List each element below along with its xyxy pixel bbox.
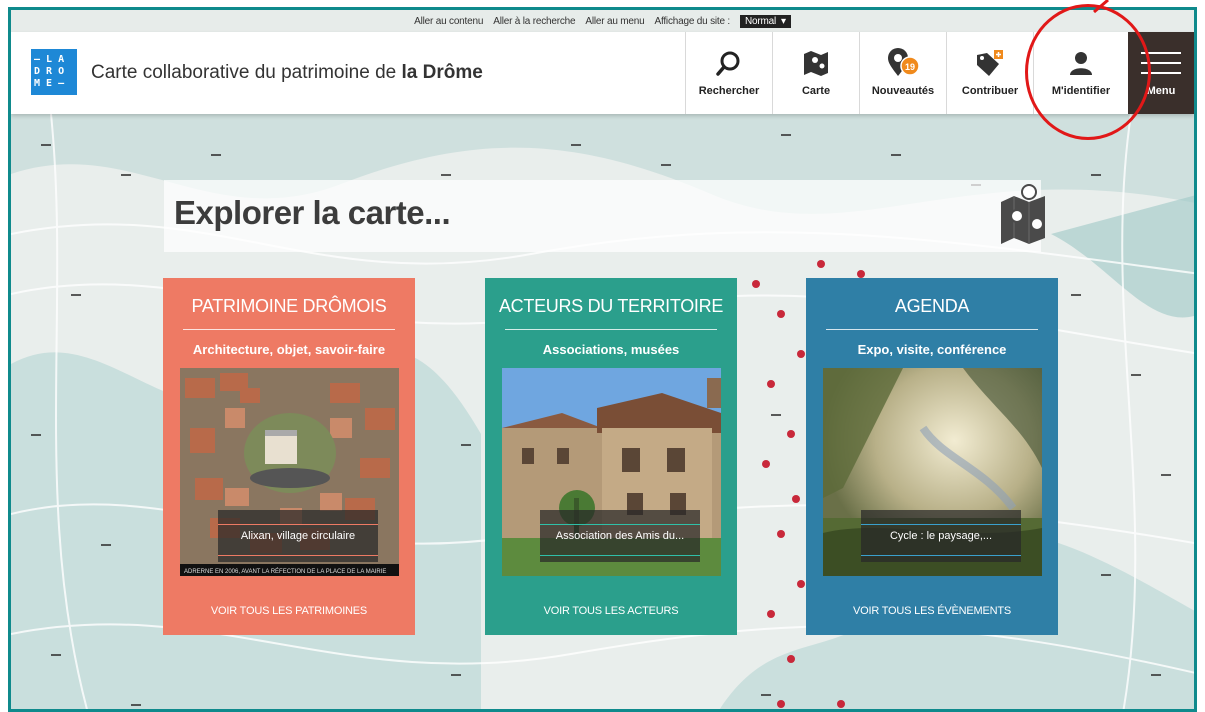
card-subtitle: Architecture, objet, savoir-faire (192, 342, 386, 357)
nav-login-label: M'identifier (1051, 85, 1111, 97)
hamburger-icon (1141, 49, 1181, 77)
chevron-down-icon: ▾ (781, 15, 786, 27)
chateau-photo[interactable]: Association des Amis du... (502, 368, 721, 576)
display-mode-select[interactable]: Normal ▾ (740, 14, 791, 28)
nav-map-label: Carte (801, 85, 831, 97)
card-title: PATRIMOINE DRÔMOIS (191, 296, 387, 316)
map-pin-icon: 19 (886, 48, 920, 77)
news-count-badge: 19 (904, 62, 915, 72)
nav-news-label: Nouveautés (871, 85, 935, 97)
caption-text: Alixan, village circulaire (240, 530, 356, 542)
logo-line-1: – L A (34, 54, 65, 65)
photo-caption: Alixan, village circulaire (218, 510, 378, 562)
skip-to-menu-link[interactable]: Aller au menu (585, 16, 644, 27)
card-title: AGENDA (894, 296, 970, 316)
annotation-stroke (1093, 0, 1109, 14)
see-all-patrimoines-link[interactable]: VOIR TOUS LES PATRIMOINES (163, 605, 415, 617)
site-title-prefix: Carte collaborative du patrimoine de (91, 62, 402, 83)
logo-line-3: M E – (34, 78, 65, 89)
nav-search-button[interactable]: Rechercher (685, 32, 772, 114)
nav-contribute-label: Contribuer (961, 85, 1019, 97)
photo-caption: Cycle : le paysage,... (861, 510, 1021, 562)
skip-to-search-link[interactable]: Aller à la recherche (493, 16, 575, 27)
browser-frame: Aller au contenu Aller à la recherche Al… (8, 7, 1197, 712)
nav-login-button[interactable]: M'identifier (1033, 32, 1128, 114)
logo-line-2: D R O (34, 66, 65, 77)
photo-caption: Association des Amis du... (540, 510, 700, 562)
map-pins-icon (999, 182, 1049, 253)
display-mode-value: Normal (745, 15, 777, 27)
caption-text: Cycle : le paysage,... (889, 530, 993, 542)
nav-news-button[interactable]: 19 Nouveautés (859, 32, 946, 114)
nav-search-label: Rechercher (698, 85, 760, 97)
explore-map-banner[interactable]: Explorer la carte... (164, 180, 1045, 252)
nav-menu-label: Menu (1146, 85, 1176, 97)
card-divider (183, 329, 395, 330)
landscape-painting[interactable]: Cycle : le paysage,... (823, 368, 1042, 576)
skip-links-bar: Aller au contenu Aller à la recherche Al… (11, 10, 1194, 32)
card-subtitle: Expo, visite, conférence (857, 342, 1007, 357)
card-title: ACTEURS DU TERRITOIRE (498, 296, 724, 316)
skip-to-content-link[interactable]: Aller au contenu (414, 16, 483, 27)
search-icon (716, 49, 742, 77)
village-aerial-photo[interactable]: ADRERNE EN 2006, AVANT LA RÉFECTION DE L… (180, 368, 399, 576)
site-header: – L A D R O M E – Carte collaborative du… (11, 32, 1194, 114)
photo-strip-text: ADRERNE EN 2006, AVANT LA RÉFECTION DE L… (184, 568, 386, 575)
see-all-acteurs-link[interactable]: VOIR TOUS LES ACTEURS (485, 605, 737, 617)
user-icon (1068, 49, 1094, 77)
card-divider (826, 329, 1038, 330)
nav-menu-button[interactable]: Menu (1128, 32, 1194, 114)
card-subtitle: Associations, musées (542, 342, 680, 357)
site-title[interactable]: Carte collaborative du patrimoine de la … (91, 62, 483, 84)
main-nav: Rechercher Carte 19 Nouveautés Contribue… (685, 32, 1194, 114)
map-icon (802, 49, 830, 77)
card-divider (505, 329, 717, 330)
card-agenda[interactable]: AGENDA Expo, visite, conférence Cycle : … (806, 278, 1058, 635)
site-title-bold: la Drôme (401, 62, 483, 83)
tag-plus-icon (975, 49, 1005, 77)
card-acteurs[interactable]: ACTEURS DU TERRITOIRE Associations, musé… (485, 278, 737, 635)
display-mode-label: Affichage du site : (654, 15, 730, 27)
card-patrimoine[interactable]: PATRIMOINE DRÔMOIS Architecture, objet, … (163, 278, 415, 635)
nav-contribute-button[interactable]: Contribuer (946, 32, 1033, 114)
caption-text: Association des Amis du... (555, 530, 685, 542)
see-all-evenements-link[interactable]: VOIR TOUS LES ÉVÈNEMENTS (806, 605, 1058, 617)
drome-logo[interactable]: – L A D R O M E – (31, 49, 77, 95)
nav-map-button[interactable]: Carte (772, 32, 859, 114)
explore-map-title: Explorer la carte... (174, 194, 451, 231)
